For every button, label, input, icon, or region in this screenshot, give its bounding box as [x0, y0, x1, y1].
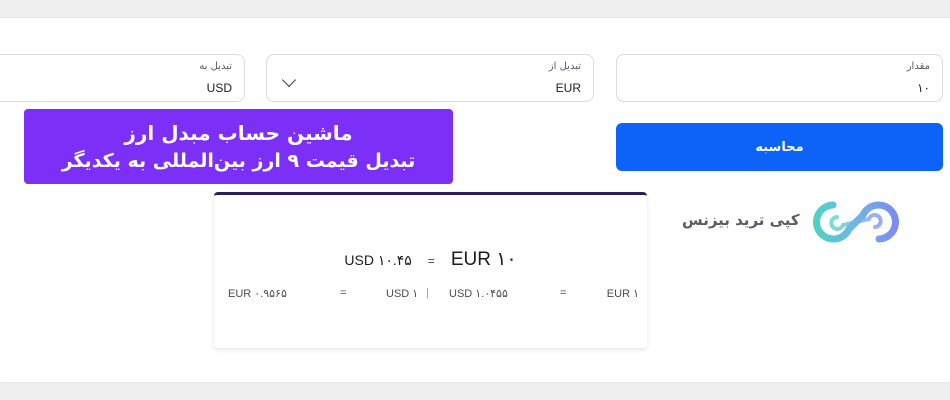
- rate-right-from: USD ۱: [386, 288, 419, 300]
- to-currency-value: USD: [206, 81, 232, 95]
- infinity-logo-icon: [813, 201, 899, 243]
- to-currency-label: تبدیل به: [199, 61, 232, 72]
- brand-name: کپی ترید بیزنس: [682, 211, 800, 229]
- rate-right-equals: =: [340, 287, 347, 299]
- calculate-button[interactable]: محاسبه: [616, 123, 943, 171]
- result-to-amount: USD ۱۰.۴۵: [344, 252, 412, 268]
- from-currency-select[interactable]: تبدیل از EUR: [266, 54, 594, 102]
- result-from-amount: EUR ۱۰: [450, 249, 517, 270]
- amount-label: مقدار: [906, 61, 930, 72]
- rate-left-equals: =: [560, 287, 567, 299]
- rate-separator: |: [426, 287, 429, 299]
- result-equals: =: [427, 254, 435, 268]
- amount-value: ۱۰: [917, 81, 930, 95]
- banner-title: ماشین حساب مبدل ارز: [124, 120, 353, 145]
- promo-banner: ماشین حساب مبدل ارز تبدیل قیمت ۹ ارز بین…: [24, 109, 453, 184]
- rate-left-from: EUR ۱: [606, 288, 639, 300]
- from-currency-label: تبدیل از: [548, 61, 581, 72]
- amount-field[interactable]: مقدار ۱۰: [616, 54, 943, 102]
- result-card: USD ۱۰.۴۵ = EUR ۱۰ EUR ۱ = USD ۱.۰۴۵۵ | US…: [214, 192, 647, 348]
- banner-subtitle: تبدیل قیمت ۹ ارز بین‌المللی به یکدیگر: [61, 149, 416, 172]
- rate-right-to: EUR ۰.۹۵۶۵: [228, 288, 287, 300]
- chevron-down-icon[interactable]: [281, 72, 297, 88]
- from-currency-value: EUR: [555, 81, 581, 95]
- to-currency-select[interactable]: تبدیل به USD: [0, 54, 245, 102]
- rate-left-to: USD ۱.۰۴۵۵: [449, 288, 508, 300]
- result-main: USD ۱۰.۴۵ = EUR ۱۰: [214, 248, 647, 271]
